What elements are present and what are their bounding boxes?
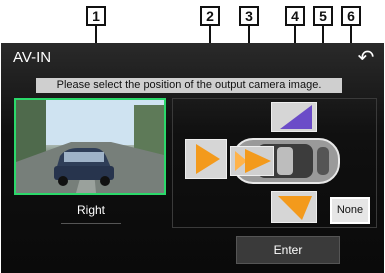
instruction-message: Please select the position of the output… [36, 78, 342, 93]
callout-2: 2 [200, 6, 220, 26]
position-2-button[interactable] [185, 139, 227, 179]
callout-4: 4 [285, 6, 305, 26]
camera-preview [14, 98, 166, 195]
enter-button[interactable]: Enter [236, 236, 340, 264]
position-3-button[interactable] [230, 146, 274, 176]
position-4-button[interactable] [271, 102, 317, 132]
orange-arrow-icon [196, 144, 220, 174]
position-5-button[interactable] [271, 191, 317, 223]
purple-arrow-icon [280, 105, 312, 129]
callout-1: 1 [86, 6, 106, 26]
orange-arrow-icon [235, 149, 271, 173]
none-button[interactable]: None [330, 197, 370, 224]
back-icon[interactable]: ↶ [354, 47, 378, 69]
road-car-image [16, 100, 164, 193]
av-in-screen: AV-IN ↶ Please select the position of th… [1, 43, 384, 273]
orange-arrow-icon [278, 196, 312, 220]
callout-3: 3 [239, 6, 259, 26]
label-divider [61, 223, 121, 224]
camera-position-label: Right [76, 203, 105, 217]
callout-6: 6 [341, 6, 361, 26]
callout-5: 5 [313, 6, 333, 26]
screen-title: AV-IN [13, 49, 52, 66]
